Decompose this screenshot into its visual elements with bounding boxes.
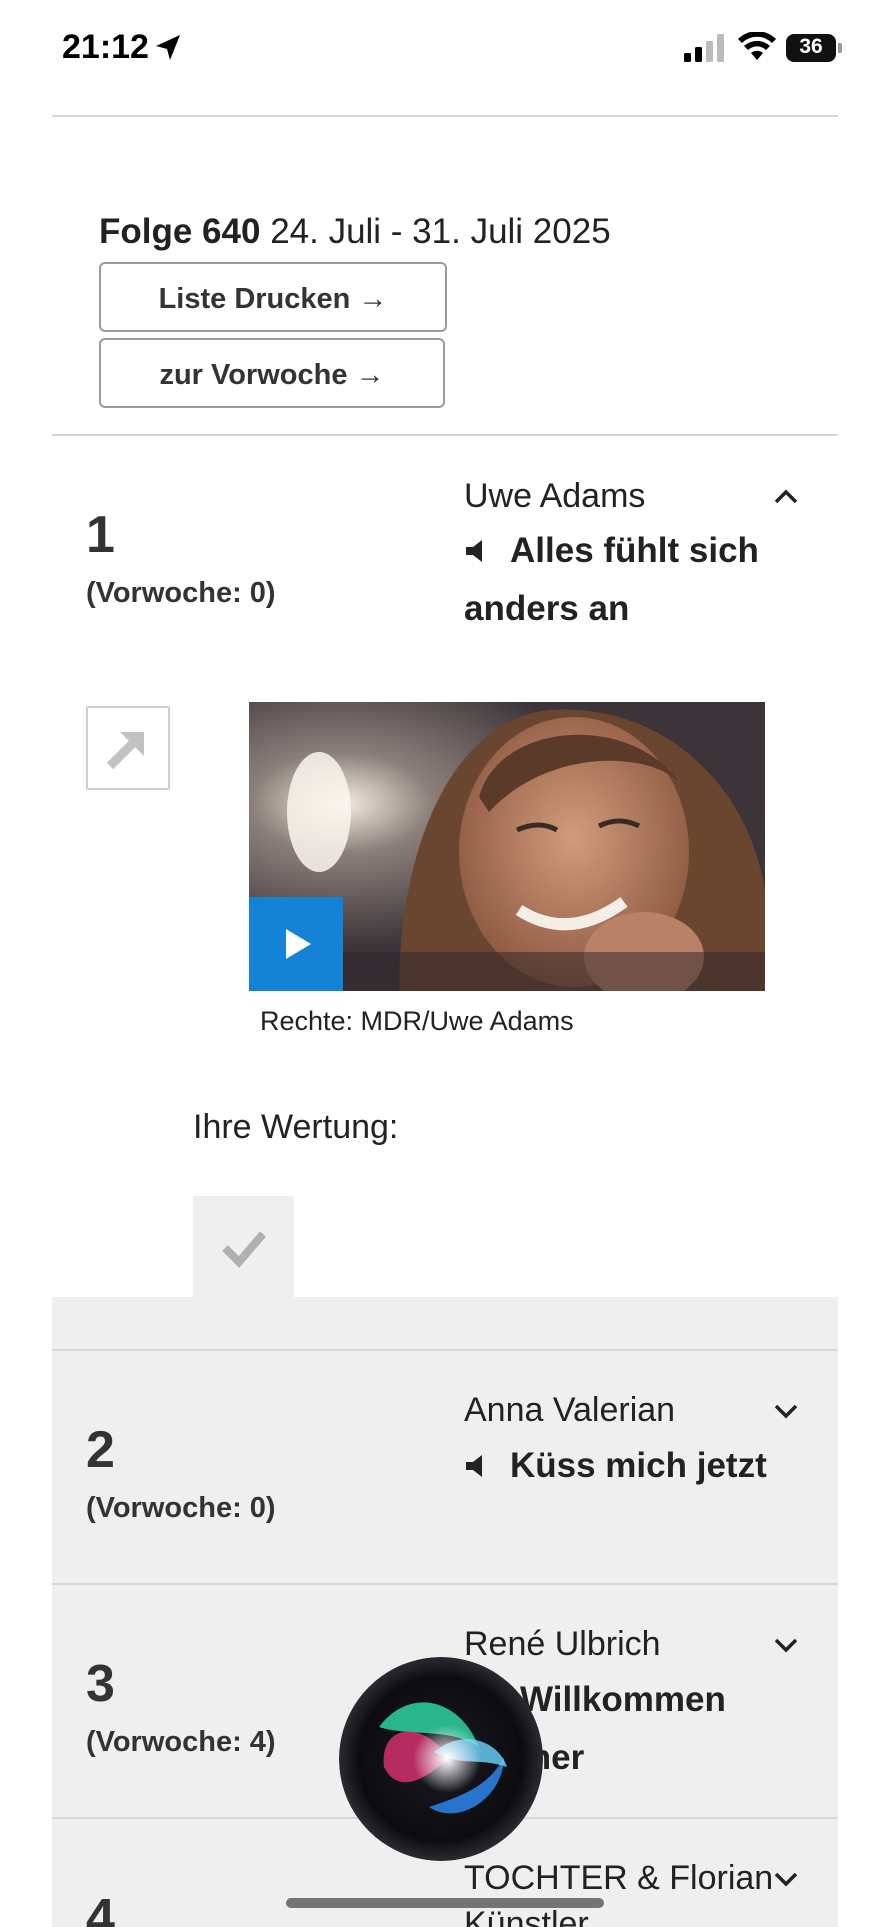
- image-rights-caption: Rechte: MDR/Uwe Adams: [260, 1006, 574, 1036]
- print-list-button[interactable]: Liste Drucken →: [99, 262, 447, 332]
- cellular-signal-icon: [684, 34, 724, 62]
- siri-orb-icon[interactable]: [339, 1657, 543, 1861]
- chevron-down-icon[interactable]: [770, 1633, 802, 1657]
- episode-date-range: 24. Juli - 31. Juli 2025: [270, 212, 611, 251]
- entry-title-block[interactable]: Alles fühlt sich anders an: [464, 522, 794, 638]
- entry-rank: 3: [86, 1655, 115, 1713]
- battery-level: 36: [799, 35, 823, 58]
- top-divider: [52, 115, 838, 117]
- rating-label: Ihre Wertung:: [193, 1108, 399, 1146]
- status-bar: 21:12 36: [0, 0, 890, 96]
- arrow-up-right-icon: [106, 732, 144, 770]
- entry-artist: René Ulbrich: [464, 1625, 661, 1663]
- entry-title-line2: mer: [520, 1738, 585, 1777]
- previous-week-button[interactable]: zur Vorwoche →: [99, 338, 445, 408]
- entry-title: Küss mich jetzt: [510, 1446, 767, 1485]
- chevron-down-icon[interactable]: [770, 1867, 802, 1891]
- speaker-icon: [466, 1455, 482, 1477]
- battery-icon: 36: [786, 34, 842, 62]
- entry-divider: [52, 1583, 838, 1585]
- entry-artist: Anna Valerian: [464, 1391, 676, 1429]
- entry-title[interactable]: Willkommen: [520, 1671, 850, 1729]
- play-icon: [286, 929, 311, 959]
- wifi-icon: [738, 32, 776, 60]
- entry-previous-week: (Vorwoche: 4): [86, 1726, 276, 1758]
- external-link-button[interactable]: [86, 706, 170, 790]
- entry-artist: TOCHTER & Florian: [464, 1859, 774, 1897]
- entry-divider: [52, 1349, 838, 1351]
- entry-rank: 2: [86, 1421, 115, 1479]
- chevron-up-icon[interactable]: [770, 484, 802, 508]
- location-arrow-icon: [156, 35, 180, 60]
- play-button[interactable]: [249, 897, 343, 991]
- chevron-down-icon[interactable]: [770, 1399, 802, 1423]
- episode-heading: Folge 640 24. Juli - 31. Juli 2025: [99, 212, 611, 252]
- entry-title-block[interactable]: Küss mich jetzt: [464, 1437, 794, 1495]
- entry-previous-week: (Vorwoche: 0): [86, 1492, 276, 1524]
- rating-panel: [52, 1297, 838, 1349]
- entry-title: Alles fühlt sich anders an: [464, 531, 759, 628]
- entry-artist: Uwe Adams: [464, 477, 646, 515]
- list-divider: [52, 434, 838, 436]
- entry-rank: 4: [86, 1889, 115, 1927]
- page: 21:12 36 Folge 640 24. Juli - 31. Juli 2…: [0, 0, 890, 1927]
- episode-label: Folge 640: [99, 212, 261, 251]
- video-thumbnail[interactable]: [249, 702, 765, 991]
- entry-previous-week: (Vorwoche: 0): [86, 577, 276, 609]
- rating-confirm-tab[interactable]: [193, 1196, 294, 1299]
- entry-artist-line2: Künstler: [464, 1905, 589, 1927]
- status-time: 21:12: [62, 28, 149, 66]
- entry-rank: 1: [86, 506, 115, 564]
- home-indicator[interactable]: [286, 1898, 604, 1908]
- checkmark-icon: [222, 1231, 267, 1268]
- speaker-icon: [466, 540, 482, 562]
